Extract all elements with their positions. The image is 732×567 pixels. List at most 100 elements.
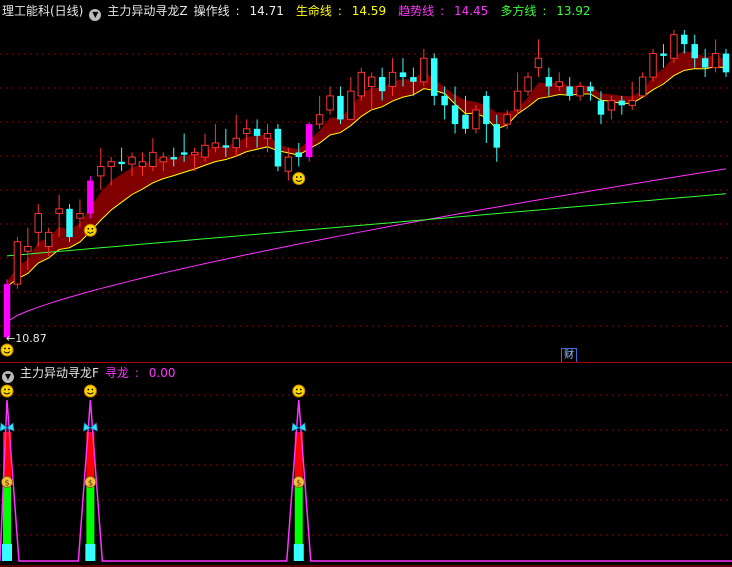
trend-line-value: 14.45 (453, 4, 489, 18)
candle-body (451, 105, 459, 125)
chevron-down-icon[interactable]: ▼ (2, 371, 14, 383)
candle-body (483, 95, 490, 125)
trend-line-label: 趋势线 (398, 4, 435, 18)
multi-line-readout: 多方线: 13.92 (500, 4, 591, 18)
candle-body (681, 34, 688, 45)
pane-divider[interactable] (0, 362, 732, 363)
candle-body (555, 81, 564, 87)
candle-body (326, 95, 334, 111)
candle-body (180, 152, 188, 155)
candle-body (159, 156, 168, 163)
signal-bar-green (86, 482, 95, 544)
ops-line-value: 14.71 (249, 4, 284, 18)
candle-body (513, 90, 522, 111)
life-line-label: 生命线 (295, 4, 332, 18)
candle-body (691, 44, 698, 59)
candle-body (87, 180, 94, 214)
candle-body (107, 161, 115, 167)
smiley-eye (295, 176, 298, 178)
candle-body (211, 142, 220, 149)
candle-body (628, 100, 636, 106)
butterfly-icon (291, 422, 307, 432)
ops-line-label: 操作线 (193, 4, 230, 18)
candle-body (284, 156, 293, 172)
kline-chart[interactable]: $ $ $ (0, 0, 732, 567)
candle-body (295, 152, 302, 158)
candle-body (660, 53, 667, 56)
candle-body (472, 109, 480, 130)
candle-body (190, 151, 199, 156)
candle-body (410, 77, 417, 82)
candle-body (232, 137, 240, 149)
smiley-icon (83, 223, 97, 237)
candle-body (149, 151, 157, 167)
candle-body (711, 53, 720, 69)
candle-body (399, 72, 407, 78)
stock-title: 理工能科(日线) (2, 4, 84, 18)
candle-body (367, 76, 376, 87)
smiley-eye (91, 388, 94, 391)
smiley-eye (87, 227, 90, 230)
chevron-down-icon[interactable]: ▼ (89, 9, 102, 21)
signal-bar-cyan (2, 544, 12, 561)
candle-body (357, 71, 366, 97)
smiley-eye (4, 347, 6, 350)
candle-body (138, 161, 147, 167)
candle-body (378, 77, 386, 92)
smiley-eye (91, 227, 94, 230)
smiley-icon (292, 171, 306, 185)
life-line-readout: 生命线: 14.59 (295, 4, 387, 18)
smiley-icon (292, 384, 306, 398)
candle-body (34, 213, 42, 233)
main-pane-header: 理工能科(日线) ▼ 主力异动寻龙Z 操作线: 14.71 生命线: 14.59 趋势线:… (2, 2, 603, 21)
sub-indicator-name[interactable]: 主力异动寻龙F (20, 366, 99, 380)
candle-body (3, 284, 11, 338)
trend-line-readout: 趋势线: 14.45 (398, 4, 489, 18)
multi-line-label: 多方线 (500, 4, 537, 18)
candle-body (66, 208, 73, 238)
smiley-eye (4, 388, 6, 391)
main-indicator-name[interactable]: 主力异动寻龙Z (107, 4, 187, 18)
dragon-line-label: 寻龙 (104, 366, 129, 380)
candle-body (566, 86, 573, 96)
candle-body (242, 128, 251, 135)
low-price-value: 10.87 (15, 332, 47, 345)
ma-ribbon (7, 50, 726, 287)
multi-line-value: 13.92 (556, 4, 591, 18)
signal-bar-green (294, 482, 303, 544)
candle-body (420, 57, 428, 83)
candle-body (44, 231, 53, 247)
candle-body (253, 128, 261, 136)
candle-body (337, 95, 344, 120)
candle-body (431, 58, 438, 96)
low-price-marker: ←10.87 (6, 332, 47, 345)
candle-body (441, 95, 448, 106)
candle-body (263, 133, 272, 139)
candle-body (55, 208, 63, 215)
dragon-line (0, 399, 732, 562)
candle-body (388, 71, 397, 87)
smiley-eye (299, 388, 302, 391)
dragon-line-readout: 寻龙: 0.00 (104, 366, 176, 380)
candle-body (315, 114, 324, 125)
candle-body (24, 245, 32, 252)
signal-bar-green (3, 482, 11, 544)
candle-body (701, 58, 709, 68)
smiley-icon (0, 384, 14, 398)
candle-body (76, 213, 84, 219)
candle-body (128, 156, 136, 165)
candle-body (607, 100, 616, 111)
candle-body (305, 124, 313, 158)
money-bag-symbol: $ (4, 479, 9, 488)
signal-bar-cyan (85, 544, 96, 561)
chart-stage[interactable]: $ $ $ (0, 0, 732, 567)
candle-body (597, 100, 605, 115)
candle-body (545, 77, 553, 87)
candle-body (534, 57, 543, 69)
candle-body (97, 165, 105, 177)
candle-body (462, 114, 469, 129)
finance-badge[interactable]: 财 (561, 348, 577, 363)
candle-body (201, 144, 209, 158)
candle-body (670, 34, 678, 59)
signal-bar-cyan (293, 544, 304, 561)
